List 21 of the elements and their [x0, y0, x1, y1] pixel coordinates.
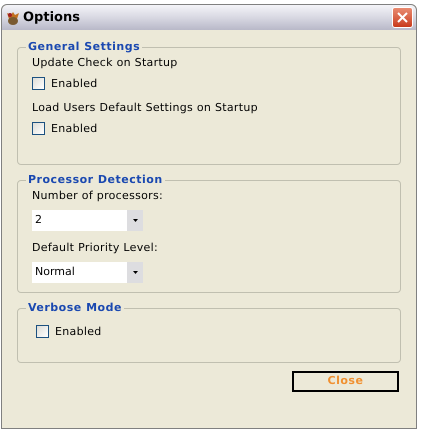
group-title: General Settings [27, 39, 142, 55]
app-icon [5, 10, 21, 26]
dropdown[interactable]: 2 [32, 210, 143, 230]
checkbox[interactable] [32, 77, 45, 90]
close-icon [397, 12, 408, 23]
close-button[interactable] [392, 7, 413, 28]
setting-label: Update Check on Startup [32, 56, 179, 70]
checkbox[interactable] [36, 325, 49, 338]
window-title: Options [23, 8, 80, 27]
checkbox-label: Enabled [51, 76, 98, 90]
dropdown[interactable]: Normal [32, 262, 143, 282]
setting-label: Load Users Default Settings on Startup [32, 100, 259, 114]
checkbox-label: Enabled [51, 122, 98, 136]
checkbox-label: Enabled [55, 324, 102, 338]
setting-label: Default Priority Level: [32, 240, 159, 254]
group-title: Verbose Mode [27, 300, 123, 316]
group-title: Processor Detection [27, 172, 164, 188]
caret-icon [132, 218, 138, 222]
caret-icon [132, 270, 138, 274]
setting-label: Number of processors: [32, 188, 164, 202]
checkbox[interactable] [32, 122, 45, 135]
